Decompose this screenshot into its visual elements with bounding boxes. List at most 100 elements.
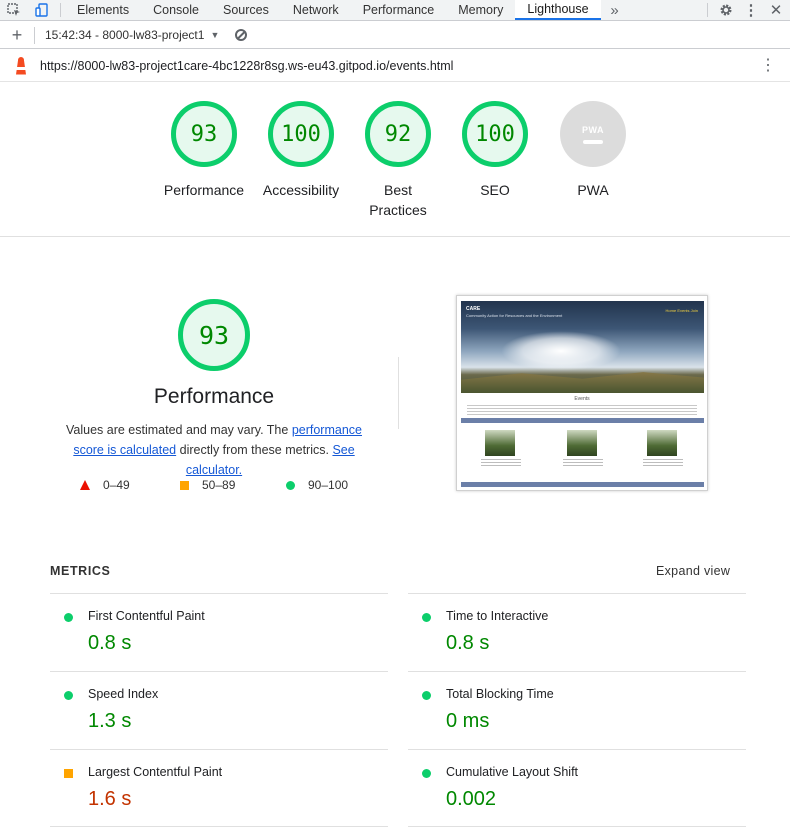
- metric-value: 0.8 s: [88, 632, 132, 654]
- screenshot-card-caption: [563, 459, 603, 467]
- performance-note: Values are estimated and may vary. The p…: [52, 420, 376, 480]
- tab-separator: [707, 3, 708, 17]
- inspect-element-icon[interactable]: [0, 0, 28, 20]
- performance-score-gauge: 93: [178, 299, 250, 371]
- metric-label: Total Blocking Time: [446, 687, 554, 701]
- tab-console[interactable]: Console: [141, 0, 211, 20]
- legend-label: 50–89: [202, 478, 236, 492]
- clear-reports-icon[interactable]: [235, 29, 248, 41]
- metrics-divider: [50, 826, 388, 827]
- more-vert-icon[interactable]: ⋮: [740, 0, 762, 20]
- metric-speed-index: Speed Index 1.3 s: [50, 671, 388, 749]
- metric-value: 1.6 s: [88, 788, 132, 810]
- toolbar-separator: [34, 26, 35, 44]
- tab-sources[interactable]: Sources: [211, 0, 281, 20]
- screenshot-card-caption: [481, 459, 521, 467]
- screenshot-hero-image: CARE Community Action for Resources and …: [461, 301, 704, 393]
- close-icon[interactable]: ✕: [762, 0, 790, 20]
- square-icon: [180, 480, 189, 490]
- metric-label: Speed Index: [88, 687, 159, 701]
- legend-fail: 0–49: [80, 478, 130, 492]
- legend-label: 0–49: [103, 478, 130, 492]
- screenshot-banner: [461, 482, 704, 487]
- gauge-seo[interactable]: 100 SEO: [445, 101, 545, 200]
- more-vert-icon[interactable]: ⋮: [760, 57, 776, 74]
- metric-value: 0.002: [446, 788, 497, 810]
- section-divider: [398, 357, 399, 429]
- metric-total-blocking-time: Total Blocking Time 0 ms: [408, 671, 746, 749]
- metric-first-contentful-paint: First Contentful Paint 0.8 s: [50, 593, 388, 671]
- metric-cumulative-layout-shift: Cumulative Layout Shift 0.002: [408, 749, 746, 827]
- circle-icon: [286, 480, 295, 490]
- screenshot-brand: CARE: [466, 306, 481, 312]
- gauge-best-practices[interactable]: 92 Best Practices: [348, 101, 448, 220]
- devtools-tabbar: Elements Console Sources Network Perform…: [0, 0, 790, 21]
- screenshot-nav: Home Events Join: [665, 308, 698, 313]
- gauge-label: Best Practices: [369, 182, 427, 218]
- note-text: Values are estimated and may vary. The: [66, 423, 292, 437]
- tab-memory[interactable]: Memory: [446, 0, 515, 20]
- metric-largest-contentful-paint: Largest Contentful Paint 1.6 s: [50, 749, 388, 827]
- lighthouse-toolbar: + 15:42:34 - 8000-lw83-project1 ▼: [0, 22, 790, 49]
- gauge-score: 100: [268, 101, 334, 167]
- gear-icon[interactable]: [712, 0, 740, 20]
- screenshot-card-image: [485, 430, 515, 456]
- screenshot-banner: [461, 418, 704, 423]
- metric-label: Cumulative Layout Shift: [446, 765, 579, 779]
- pwa-badge-icon: PWA: [560, 101, 626, 167]
- pass-dot-icon: [422, 769, 431, 778]
- performance-title: Performance: [153, 385, 275, 408]
- gauge-label: Accessibility: [262, 182, 340, 198]
- gauge-accessibility[interactable]: 100 Accessibility: [251, 101, 351, 200]
- metric-time-to-interactive: Time to Interactive 0.8 s: [408, 593, 746, 671]
- tab-lighthouse[interactable]: Lighthouse: [515, 0, 601, 20]
- triangle-icon: [80, 480, 90, 490]
- chevron-double-right-icon[interactable]: »: [601, 0, 629, 20]
- report-selector[interactable]: 15:42:34 - 8000-lw83-project1 ▼: [45, 28, 219, 42]
- gauge-score: 92: [365, 101, 431, 167]
- gauge-score: 93: [171, 101, 237, 167]
- report-selector-label: 15:42:34 - 8000-lw83-project1: [45, 28, 205, 42]
- note-text: directly from these metrics.: [176, 443, 333, 457]
- gauge-pwa[interactable]: PWA PWA: [543, 101, 643, 200]
- metric-label: Largest Contentful Paint: [88, 765, 223, 779]
- tab-separator: [60, 3, 61, 17]
- caret-down-icon: ▼: [210, 30, 220, 40]
- screenshot-tagline: Community Action for Resources and the E…: [466, 313, 563, 318]
- average-square-icon: [64, 769, 73, 778]
- tab-performance[interactable]: Performance: [351, 0, 447, 20]
- pass-dot-icon: [64, 613, 73, 622]
- pass-dot-icon: [64, 691, 73, 700]
- score-summary: 93 Performance 100 Accessibility 92 Best…: [0, 83, 790, 237]
- legend-average: 50–89: [180, 478, 235, 492]
- metric-value: 0 ms: [446, 710, 490, 732]
- gauge-label: Performance: [163, 182, 245, 198]
- screenshot-card-image: [647, 430, 677, 456]
- lighthouse-logo-icon: [13, 56, 29, 75]
- gauge-performance[interactable]: 93 Performance: [154, 101, 254, 200]
- metric-label: Time to Interactive: [446, 609, 549, 623]
- new-report-button[interactable]: +: [0, 25, 34, 46]
- gauge-label: SEO: [480, 182, 510, 198]
- pass-dot-icon: [422, 613, 431, 622]
- legend-label: 90–100: [308, 478, 349, 492]
- tab-elements[interactable]: Elements: [65, 0, 141, 20]
- metric-value: 0.8 s: [446, 632, 490, 654]
- screenshot-card-caption: [643, 459, 683, 467]
- device-toolbar-icon[interactable]: [28, 0, 56, 20]
- expand-view-toggle[interactable]: Expand view: [656, 564, 730, 578]
- screenshot-heading: Events: [574, 396, 590, 402]
- metrics-divider: [408, 826, 746, 827]
- metric-value: 1.3 s: [88, 710, 132, 732]
- gauge-label: PWA: [577, 182, 609, 198]
- final-screenshot[interactable]: CARE Community Action for Resources and …: [456, 295, 708, 491]
- metric-label: First Contentful Paint: [88, 609, 205, 623]
- report-url[interactable]: https://8000-lw83-project1care-4bc1228r8…: [40, 59, 453, 73]
- metrics-header: METRICS: [50, 564, 111, 578]
- legend-pass: 90–100: [286, 478, 348, 492]
- report-url-bar: https://8000-lw83-project1care-4bc1228r8…: [0, 50, 790, 82]
- pwa-badge-text: PWA: [581, 124, 604, 135]
- tab-network[interactable]: Network: [281, 0, 351, 20]
- screenshot-card-image: [567, 430, 597, 456]
- screenshot-text: [467, 405, 697, 415]
